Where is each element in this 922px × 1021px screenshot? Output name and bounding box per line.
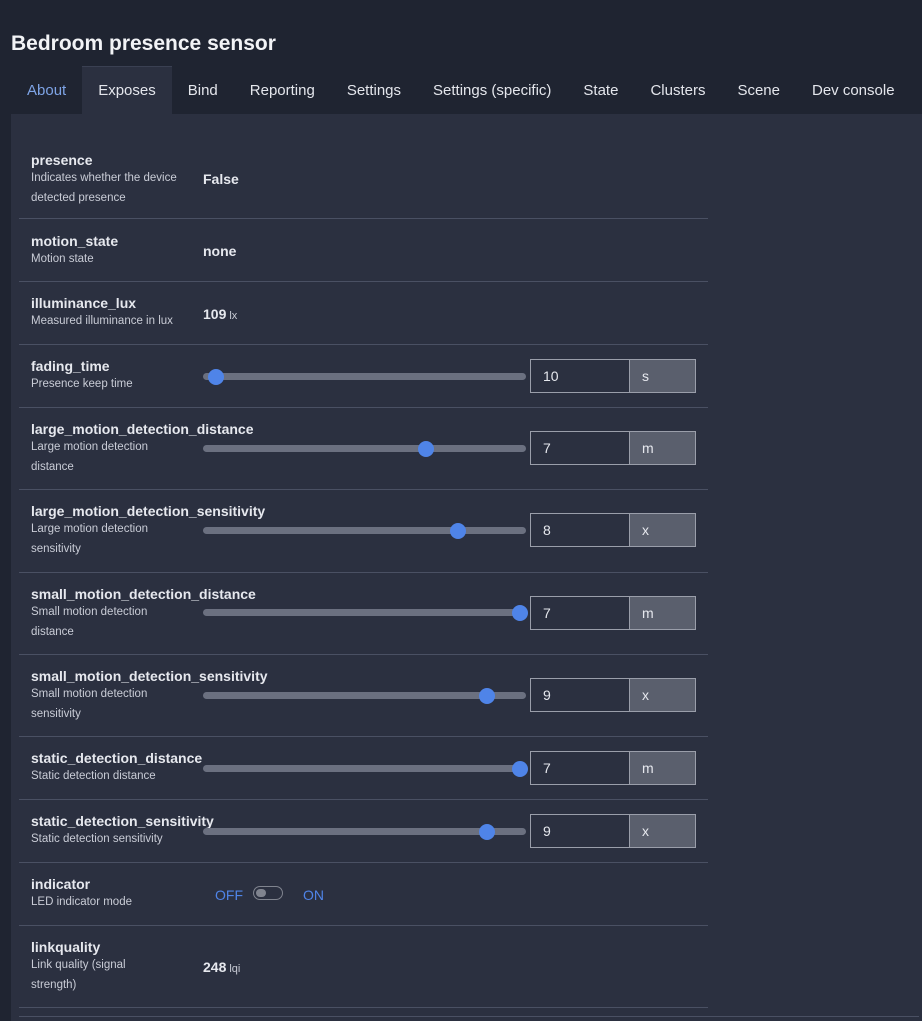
expose-description: Presence keep time xyxy=(31,378,133,390)
expose-label: presence Indicates whether the device de… xyxy=(31,152,196,208)
expose-name: illuminance_lux xyxy=(31,295,137,311)
expose-name: fading_time xyxy=(31,358,110,374)
expose-row-large-motion-detection-distance: large_motion_detection_distance Large mo… xyxy=(19,408,708,490)
static-detection-distance-unit: m xyxy=(630,751,696,785)
large-motion-detection-distance-unit: m xyxy=(630,431,696,465)
indicator-on-label[interactable]: ON xyxy=(303,887,324,903)
tab-exposes[interactable]: Exposes xyxy=(82,66,172,114)
linkquality-unit: lqi xyxy=(229,963,241,975)
expose-label: motion_state Motion state xyxy=(31,233,196,269)
small-motion-detection-distance-input[interactable]: 7 xyxy=(530,596,630,630)
expose-name: presence xyxy=(31,152,93,168)
expose-description: Large motion detection distance xyxy=(31,441,148,473)
expose-description: Small motion detection distance xyxy=(31,606,148,638)
expose-row-motion-state: motion_state Motion state none xyxy=(19,219,708,282)
exposes-list: presence Indicates whether the device de… xyxy=(19,136,708,1008)
expose-name: motion_state xyxy=(31,233,119,249)
expose-name: linkquality xyxy=(31,939,101,955)
exposes-panel: presence Indicates whether the device de… xyxy=(11,114,922,1021)
tab-bar: About Exposes Bind Reporting Settings Se… xyxy=(11,66,911,114)
small-motion-detection-sensitivity-unit: x xyxy=(630,678,696,712)
large-motion-detection-distance-input[interactable]: 7 xyxy=(530,431,630,465)
illuminance-value: 109 lx xyxy=(203,306,237,322)
expose-description: Link quality (signal strength) xyxy=(31,959,126,991)
fading-time-input[interactable]: 10 xyxy=(530,359,630,393)
expose-description: Static detection distance xyxy=(31,770,156,782)
tab-clusters[interactable]: Clusters xyxy=(634,66,721,114)
static-detection-sensitivity-unit: x xyxy=(630,814,696,848)
tab-scene[interactable]: Scene xyxy=(721,66,796,114)
presence-value: False xyxy=(203,171,239,187)
expose-name: static_detection_distance xyxy=(31,750,203,766)
tab-dev-console[interactable]: Dev console xyxy=(796,66,911,114)
expose-row-large-motion-detection-sensitivity: large_motion_detection_sensitivity Large… xyxy=(19,490,708,573)
slider-thumb[interactable] xyxy=(479,823,496,840)
expose-description: Static detection sensitivity xyxy=(31,833,163,845)
tab-reporting[interactable]: Reporting xyxy=(234,66,331,114)
static-detection-sensitivity-input[interactable]: 9 xyxy=(530,814,630,848)
fading-time-slider[interactable] xyxy=(203,368,526,385)
linkquality-value: 248 lqi xyxy=(203,959,240,975)
expose-label: illuminance_lux Measured illuminance in … xyxy=(31,295,211,331)
expose-description: Motion state xyxy=(31,253,94,265)
expose-name: static_detection_sensitivity xyxy=(31,813,214,829)
expose-label: static_detection_sensitivity Static dete… xyxy=(31,813,214,849)
small-motion-detection-sensitivity-input[interactable]: 9 xyxy=(530,678,630,712)
expose-label: fading_time Presence keep time xyxy=(31,358,196,394)
expose-row-presence: presence Indicates whether the device de… xyxy=(19,136,708,219)
expose-description: Large motion detection sensitivity xyxy=(31,523,148,555)
large-motion-detection-sensitivity-slider[interactable] xyxy=(203,522,526,539)
expose-row-static-detection-distance: static_detection_distance Static detecti… xyxy=(19,737,708,800)
tab-settings-specific[interactable]: Settings (specific) xyxy=(417,66,567,114)
large-motion-detection-distance-slider[interactable] xyxy=(203,440,526,457)
slider-thumb[interactable] xyxy=(417,440,434,457)
small-motion-detection-distance-unit: m xyxy=(630,596,696,630)
expose-name: large_motion_detection_sensitivity xyxy=(31,503,266,519)
tab-state[interactable]: State xyxy=(567,66,634,114)
expose-row-indicator: indicator LED indicator mode OFF ON xyxy=(19,863,708,926)
expose-row-illuminance-lux: illuminance_lux Measured illuminance in … xyxy=(19,282,708,345)
page-title: Bedroom presence sensor xyxy=(11,32,276,55)
slider-thumb[interactable] xyxy=(511,760,528,777)
expose-row-small-motion-detection-distance: small_motion_detection_distance Small mo… xyxy=(19,573,708,655)
indicator-off-label[interactable]: OFF xyxy=(215,887,243,903)
slider-thumb[interactable] xyxy=(511,604,528,621)
expose-label: static_detection_distance Static detecti… xyxy=(31,750,211,786)
static-detection-sensitivity-slider[interactable] xyxy=(203,823,526,840)
static-detection-distance-slider[interactable] xyxy=(203,760,528,777)
linkquality-number: 248 xyxy=(203,959,227,975)
slider-thumb[interactable] xyxy=(207,368,224,385)
expose-description: Small motion detection sensitivity xyxy=(31,688,148,720)
expose-name: indicator xyxy=(31,876,91,892)
tab-bind[interactable]: Bind xyxy=(172,66,234,114)
large-motion-detection-sensitivity-unit: x xyxy=(630,513,696,547)
expose-name: large_motion_detection_distance xyxy=(31,421,254,437)
illuminance-unit: lx xyxy=(229,310,238,322)
motion-state-value: none xyxy=(203,243,237,259)
expose-row-linkquality: linkquality Link quality (signal strengt… xyxy=(19,926,708,1008)
tab-about[interactable]: About xyxy=(11,66,82,114)
expose-label: linkquality Link quality (signal strengt… xyxy=(31,939,161,995)
expose-name: small_motion_detection_distance xyxy=(31,586,256,602)
fading-time-unit: s xyxy=(630,359,696,393)
divider xyxy=(19,1016,919,1017)
static-detection-distance-input[interactable]: 7 xyxy=(530,751,630,785)
tab-settings[interactable]: Settings xyxy=(331,66,417,114)
toggle-knob xyxy=(256,889,266,897)
large-motion-detection-sensitivity-input[interactable]: 8 xyxy=(530,513,630,547)
slider-thumb[interactable] xyxy=(450,522,467,539)
small-motion-detection-distance-slider[interactable] xyxy=(203,604,528,621)
expose-description: Measured illuminance in lux xyxy=(31,315,173,327)
small-motion-detection-sensitivity-slider[interactable] xyxy=(203,687,526,704)
expose-row-fading-time: fading_time Presence keep time 10 s xyxy=(19,345,708,408)
expose-description: Indicates whether the device detected pr… xyxy=(31,172,177,204)
expose-label: indicator LED indicator mode xyxy=(31,876,196,912)
expose-name: small_motion_detection_sensitivity xyxy=(31,668,268,684)
expose-row-static-detection-sensitivity: static_detection_sensitivity Static dete… xyxy=(19,800,708,863)
expose-description: LED indicator mode xyxy=(31,896,132,908)
expose-row-small-motion-detection-sensitivity: small_motion_detection_sensitivity Small… xyxy=(19,655,708,737)
slider-thumb[interactable] xyxy=(479,687,496,704)
illuminance-number: 109 xyxy=(203,306,227,322)
indicator-toggle[interactable] xyxy=(253,886,283,900)
